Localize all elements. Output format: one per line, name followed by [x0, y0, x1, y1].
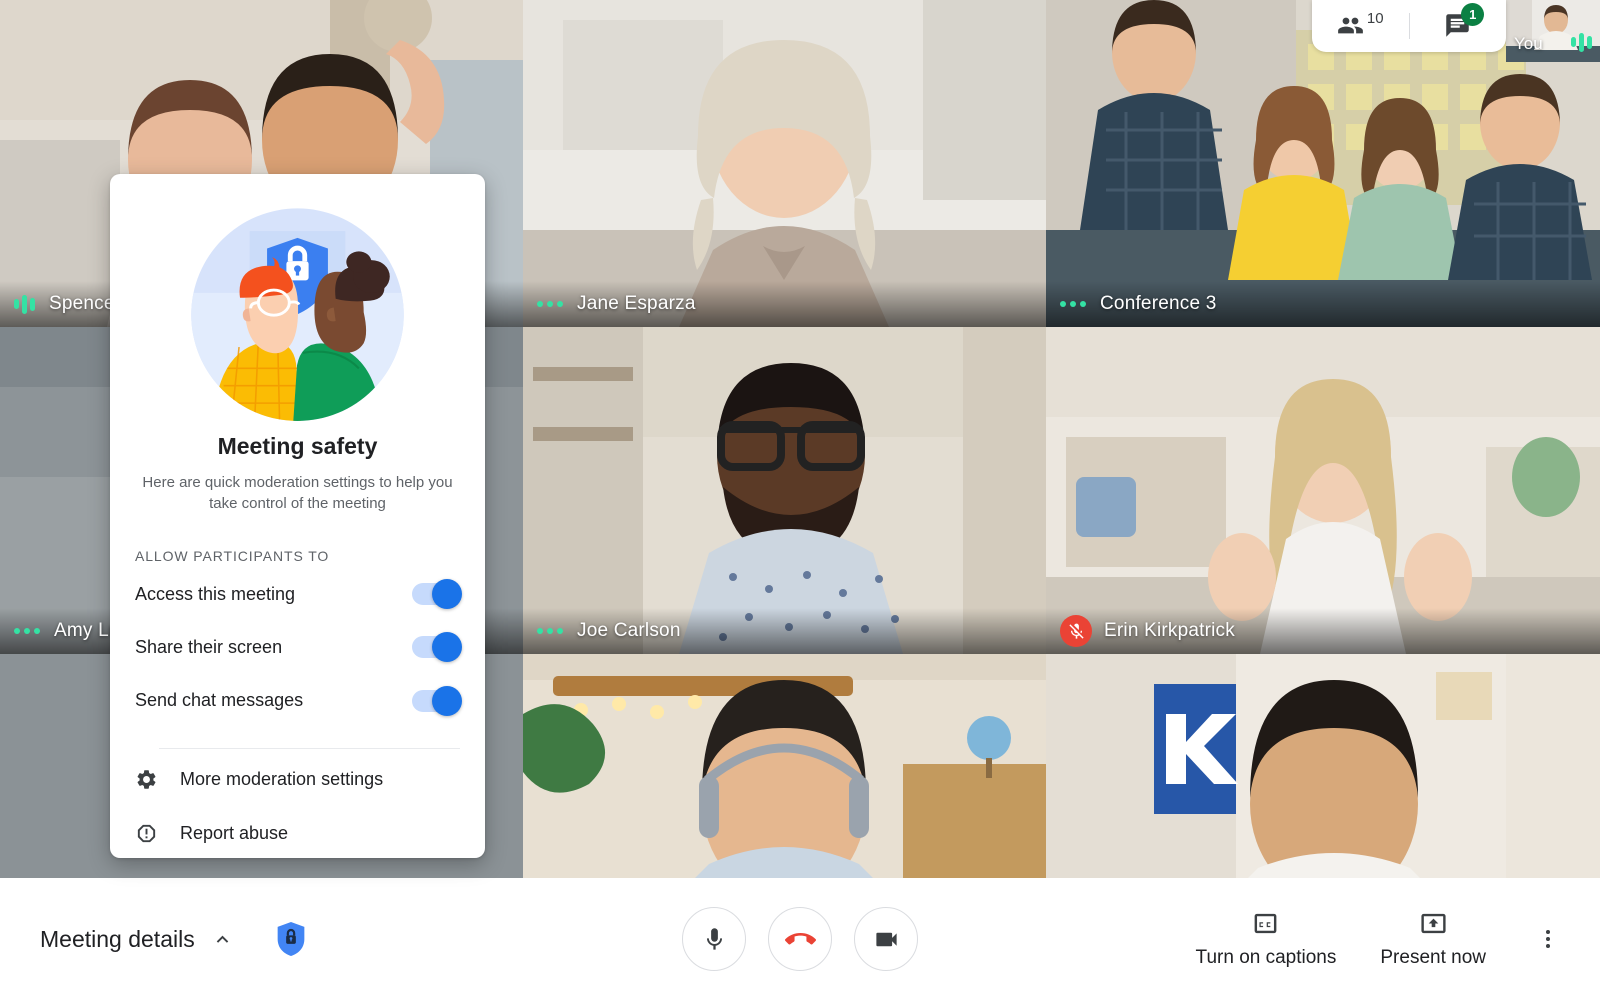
- present-label: Present now: [1380, 947, 1486, 968]
- meeting-details-button[interactable]: Meeting details: [40, 926, 234, 953]
- bottom-control-bar: Meeting details Turn on captions Present…: [0, 878, 1600, 1000]
- report-abuse-icon: [135, 822, 169, 845]
- captions-label: Turn on captions: [1195, 947, 1337, 968]
- closed-captions-icon: [1255, 913, 1277, 934]
- video-tile-bottom-right[interactable]: [1046, 654, 1600, 878]
- toggle-knob: [432, 685, 462, 716]
- self-view-tile[interactable]: You: [1506, 0, 1600, 62]
- setting-row-access-this-meeting[interactable]: Access this meeting: [135, 570, 462, 617]
- video-tile-joe-carlson[interactable]: Joe Carlson: [523, 327, 1046, 654]
- microphone-icon: [706, 927, 722, 950]
- participant-video-bottom-center: [523, 654, 1046, 878]
- toggle-knob: [432, 579, 462, 610]
- participant-video-jane-esparza: [523, 0, 1046, 327]
- chat-unread-badge: 1: [1461, 3, 1485, 26]
- menu-item-label: Report abuse: [180, 823, 289, 844]
- toggle-access-this-meeting[interactable]: [412, 579, 462, 610]
- right-controls: Turn on captions Present now: [1196, 909, 1566, 969]
- video-camera-icon: [875, 932, 897, 946]
- video-tile-bottom-center[interactable]: [523, 654, 1046, 878]
- meeting-details-label: Meeting details: [40, 925, 195, 952]
- meeting-safety-illustration: [191, 208, 404, 421]
- mic-toggle-button[interactable]: [682, 907, 746, 971]
- present-up-arrow-icon: [1421, 913, 1446, 934]
- more-options-button[interactable]: [1530, 921, 1566, 957]
- setting-row-send-chat-messages[interactable]: Send chat messages: [135, 677, 462, 724]
- setting-label: Access this meeting: [135, 583, 296, 604]
- toggle-knob: [432, 632, 462, 663]
- video-tile-erin-kirkpatrick[interactable]: Erin Kirkpatrick: [1046, 327, 1600, 654]
- more-vertical-icon: [1546, 930, 1550, 948]
- self-view-label: You: [1514, 34, 1543, 53]
- toggle-share-their-screen[interactable]: [412, 632, 462, 663]
- section-label-allow-participants: ALLOW PARTICIPANTS TO: [135, 548, 330, 565]
- call-controls: [682, 907, 918, 971]
- turn-on-captions-button[interactable]: Turn on captions: [1195, 909, 1337, 969]
- dialog-title: Meeting safety: [217, 433, 378, 460]
- participant-video-joe-carlson: [523, 327, 1046, 654]
- shield-lock-icon: [277, 922, 305, 956]
- menu-item-report-abuse[interactable]: Report abuse: [135, 810, 460, 858]
- hangup-icon: [784, 932, 816, 944]
- people-icon: [1338, 17, 1363, 34]
- toggle-send-chat-messages[interactable]: [412, 685, 462, 716]
- camera-toggle-button[interactable]: [854, 907, 918, 971]
- participant-video-erin-kirkpatrick: [1046, 327, 1600, 654]
- participant-count: 10: [1366, 10, 1384, 27]
- chevron-up-icon: [211, 928, 234, 951]
- gear-icon: [135, 768, 169, 791]
- chat-button[interactable]: 1: [1410, 0, 1507, 52]
- setting-label: Send chat messages: [135, 690, 304, 711]
- dialog-subtitle: Here are quick moderation settings to he…: [142, 474, 453, 513]
- menu-item-more-moderation-settings[interactable]: More moderation settings: [135, 755, 460, 803]
- participants-button[interactable]: 10: [1312, 0, 1409, 52]
- dialog-divider: [159, 748, 460, 750]
- meet-app-window: Spencer Jane Esparza Conference 3 Amy Lu…: [0, 0, 1600, 1000]
- participant-video-bottom-right: [1046, 654, 1600, 878]
- self-audio-level-bars-icon: [1571, 32, 1592, 52]
- video-tile-jane-esparza[interactable]: Jane Esparza: [523, 0, 1046, 327]
- meeting-safety-dialog: Meeting safety Here are quick moderation…: [110, 174, 485, 858]
- setting-row-share-their-screen[interactable]: Share their screen: [135, 624, 462, 671]
- meeting-safety-shield-button[interactable]: [276, 922, 306, 956]
- leave-call-button[interactable]: [768, 907, 832, 971]
- setting-label: Share their screen: [135, 636, 283, 657]
- participants-chat-pill: 10 1: [1312, 0, 1506, 52]
- present-now-button[interactable]: Present now: [1380, 909, 1486, 969]
- menu-item-label: More moderation settings: [180, 769, 384, 790]
